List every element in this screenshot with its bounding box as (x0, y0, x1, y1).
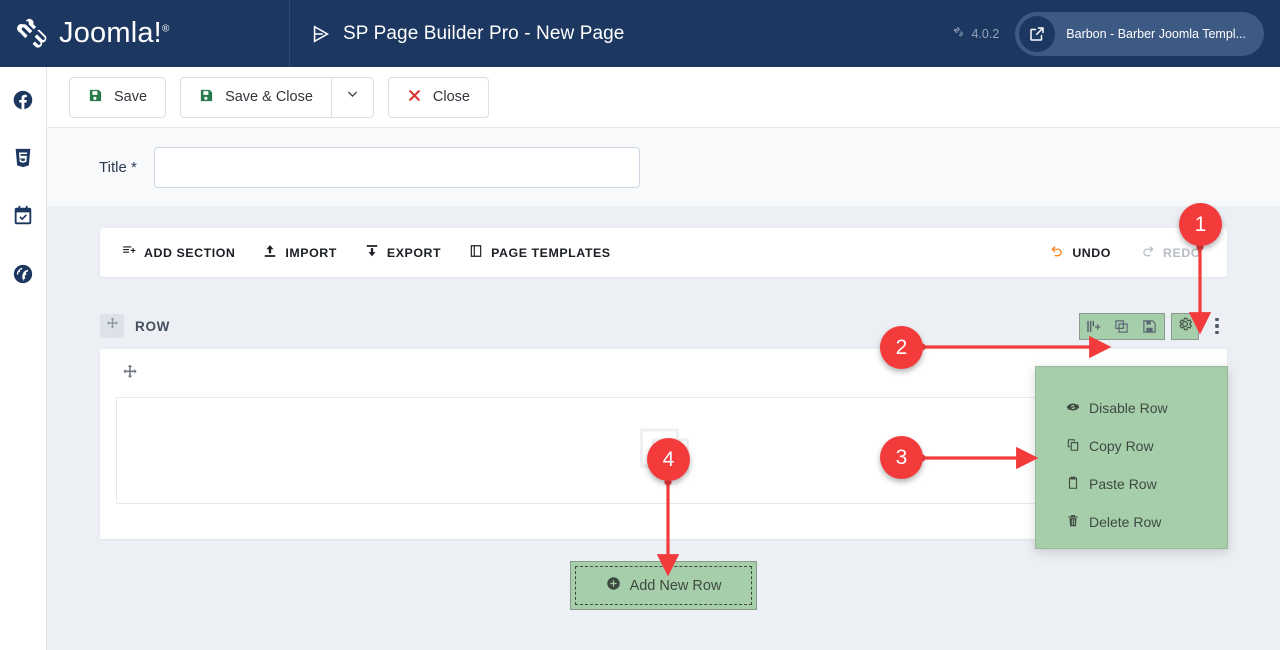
move-arrows-icon (122, 364, 138, 384)
title-field-row: Title * (47, 128, 1280, 206)
row-more-options-button[interactable] (1207, 314, 1227, 339)
page-templates-label: PAGE TEMPLATES (491, 245, 611, 260)
column-drag-handle[interactable] (122, 364, 138, 384)
paste-icon (1066, 476, 1080, 493)
page-title: SP Page Builder Pro - New Page (343, 22, 625, 44)
plus-circle-icon (606, 576, 621, 595)
row-context-menu: Disable Row Copy Row Paste Row Delete Ro… (1035, 366, 1228, 549)
save-button[interactable]: Save (69, 76, 167, 118)
export-button[interactable]: EXPORT (365, 244, 441, 261)
row-add-column-button[interactable] (1080, 314, 1106, 339)
save-close-group: Save & Close (180, 76, 374, 118)
menu-item-label: Disable Row (1089, 400, 1168, 416)
sp-pagebuilder-play-icon (310, 23, 332, 45)
row-drag-handle[interactable] (100, 314, 124, 338)
joomla-logo-icon (14, 15, 52, 53)
upload-icon (263, 244, 277, 261)
menu-item-disable-row[interactable]: Disable Row (1036, 389, 1227, 427)
row-save-button[interactable] (1136, 314, 1162, 339)
menu-item-label: Paste Row (1089, 476, 1157, 492)
move-arrows-icon (106, 317, 119, 335)
menu-item-delete-row[interactable]: Delete Row (1036, 503, 1227, 541)
floppy-disk-icon (199, 88, 214, 107)
section-toolbar-left: ADD SECTION IMPORT EXPORT PAGE TEMPLATES (122, 244, 611, 261)
add-new-row-area: Add New Row (100, 561, 1227, 610)
row-controls (1079, 312, 1227, 340)
row-header: ROW (100, 310, 1227, 342)
x-mark-icon (407, 88, 422, 107)
row-controls-highlight-group (1079, 312, 1165, 340)
globe-icon[interactable] (12, 263, 34, 285)
redo-arrow-icon (1141, 244, 1155, 261)
chevron-down-icon (346, 88, 359, 106)
save-and-close-button[interactable]: Save & Close (180, 76, 332, 118)
export-label: EXPORT (386, 245, 442, 260)
menu-item-copy-row[interactable]: Copy Row (1036, 427, 1227, 465)
top-bar: Joomla!® SP Page Builder Pro - New Page … (0, 0, 1280, 67)
annotation-marker-4: 4 (647, 438, 690, 481)
menu-item-paste-row[interactable]: Paste Row (1036, 465, 1227, 503)
joomla-brand[interactable]: Joomla!® (0, 0, 290, 67)
menu-item-label: Copy Row (1089, 438, 1154, 454)
row-label: ROW (135, 318, 171, 334)
work-area: Save Save & Close Close Title * ADD SECT… (47, 67, 1280, 650)
trash-icon (1066, 514, 1080, 531)
add-section-label: ADD SECTION (144, 245, 236, 260)
page-templates-icon (469, 244, 483, 261)
save-button-label: Save (114, 89, 148, 105)
external-link-icon (1019, 15, 1056, 52)
page-templates-button[interactable]: PAGE TEMPLATES (469, 244, 610, 261)
add-new-row-button[interactable]: Add New Row (574, 566, 753, 605)
eye-slash-icon (1066, 400, 1080, 417)
joomla-version-label: 4.0.2 (971, 26, 1000, 41)
joomla-version: 4.0.2 (953, 26, 999, 41)
undo-button[interactable]: UNDO (1050, 244, 1111, 261)
add-new-row-label: Add New Row (629, 577, 722, 594)
joomla-mark-icon (953, 26, 965, 41)
section-toolbar: ADD SECTION IMPORT EXPORT PAGE TEMPLATES… (100, 228, 1227, 277)
gear-icon (1177, 316, 1193, 337)
undo-label: UNDO (1072, 245, 1111, 260)
import-label: IMPORT (285, 245, 337, 260)
title-input[interactable] (153, 146, 640, 188)
row-settings-button[interactable] (1171, 312, 1199, 340)
row-header-left: ROW (100, 314, 170, 338)
copy-icon (1066, 438, 1080, 455)
download-icon (365, 244, 379, 261)
annotation-marker-1: 1 (1179, 203, 1222, 246)
title-label: Title * (99, 158, 137, 176)
close-button[interactable]: Close (387, 76, 489, 118)
css3-shield-icon[interactable] (12, 147, 34, 169)
annotation-marker-3: 3 (880, 436, 923, 479)
facebook-icon[interactable] (12, 89, 34, 111)
section-toolbar-right: UNDO REDO (1050, 244, 1205, 261)
app-title-area: SP Page Builder Pro - New Page (290, 23, 953, 45)
left-sidebar (0, 67, 47, 650)
save-options-dropdown-button[interactable] (331, 76, 374, 118)
undo-arrow-icon (1050, 244, 1064, 261)
close-button-label: Close (432, 89, 470, 105)
app-root: Joomla!® SP Page Builder Pro - New Page … (0, 0, 1280, 650)
save-and-close-label: Save & Close (225, 89, 313, 105)
annotation-marker-2: 2 (880, 326, 923, 369)
import-button[interactable]: IMPORT (263, 244, 336, 261)
row-duplicate-button[interactable] (1108, 314, 1134, 339)
calendar-check-icon[interactable] (12, 205, 34, 227)
floppy-disk-icon (88, 88, 103, 107)
menu-item-label: Delete Row (1089, 514, 1162, 530)
editor-toolbar: Save Save & Close Close (47, 67, 1280, 128)
add-section-button[interactable]: ADD SECTION (122, 244, 235, 261)
brand-label: Joomla!® (59, 17, 170, 49)
redo-label: REDO (1163, 245, 1201, 260)
template-preview-button[interactable]: Barbon - Barber Joomla Templ... (1015, 11, 1264, 56)
vertical-ellipsis-icon (1215, 317, 1219, 322)
redo-button[interactable]: REDO (1141, 244, 1201, 261)
add-new-row-highlight: Add New Row (569, 561, 758, 610)
template-preview-label: Barbon - Barber Joomla Templ... (1066, 26, 1246, 41)
top-bar-right: 4.0.2 Barbon - Barber Joomla Templ... (953, 11, 1280, 56)
add-section-icon (122, 244, 136, 261)
